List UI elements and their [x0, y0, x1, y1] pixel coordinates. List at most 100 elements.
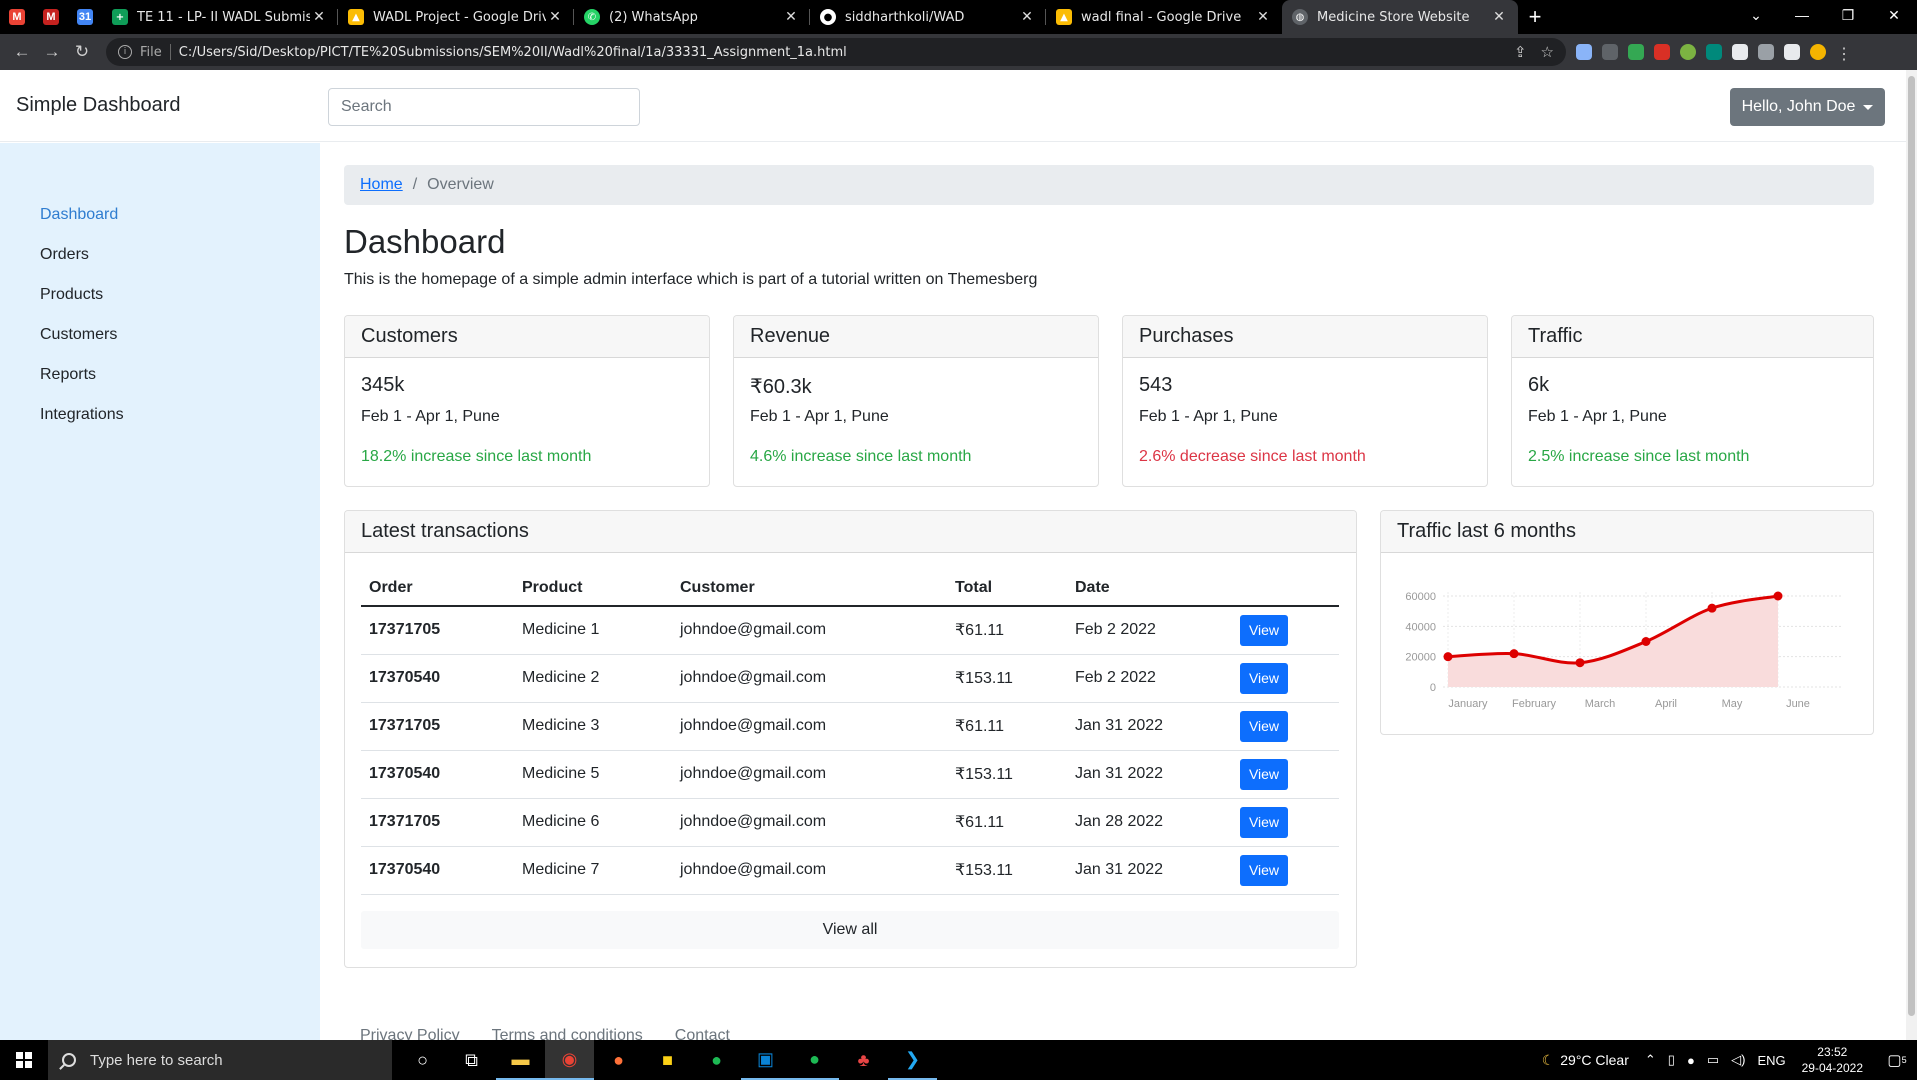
extension-icon[interactable]: [1680, 44, 1696, 60]
start-button[interactable]: [0, 1040, 48, 1080]
cortana-icon[interactable]: ○: [398, 1040, 447, 1080]
order-total: ₹153.11: [947, 750, 1067, 799]
caret-down-icon: [1863, 104, 1874, 110]
clock[interactable]: 23:52 29-04-2022: [1802, 1044, 1863, 1076]
weather-widget[interactable]: ☾ 29°C Clear: [1542, 1052, 1629, 1069]
battery-icon[interactable]: ▭: [1707, 1052, 1719, 1068]
sheets-icon: +: [112, 9, 128, 25]
search-icon: [62, 1053, 76, 1067]
globe-icon: ◍: [1292, 9, 1308, 25]
device-icon[interactable]: ▯: [1668, 1052, 1675, 1068]
language-indicator[interactable]: ENG: [1757, 1053, 1785, 1068]
reading-list-icon[interactable]: [1758, 44, 1774, 60]
close-tab-icon[interactable]: ✕: [782, 9, 800, 25]
minimize-button[interactable]: —: [1779, 0, 1825, 30]
sidebar-item-dashboard[interactable]: Dashboard: [0, 195, 320, 235]
footer-link-terms[interactable]: Terms and conditions: [492, 1027, 643, 1040]
data-point: [1707, 603, 1717, 613]
forward-icon[interactable]: →: [38, 38, 66, 66]
spotify-icon[interactable]: ●: [692, 1040, 741, 1080]
tab-title: Medicine Store Website: [1317, 9, 1470, 25]
action-cell: View: [1232, 654, 1339, 703]
avatar[interactable]: [1810, 44, 1826, 60]
browser-tab[interactable]: ● siddharthkoli/WAD ✕: [810, 0, 1046, 34]
ublock-icon[interactable]: [1654, 44, 1670, 60]
sticky-notes-icon[interactable]: ■: [643, 1040, 692, 1080]
tab-search-icon[interactable]: ⌄: [1733, 0, 1779, 30]
view-button[interactable]: View: [1240, 758, 1288, 790]
browser-tab[interactable]: + TE 11 - LP- II WADL Submission A ✕: [102, 0, 338, 34]
product-name: Medicine 7: [514, 846, 672, 895]
view-button[interactable]: View: [1240, 662, 1288, 694]
order-id: 17371705: [361, 798, 514, 847]
browser-tab[interactable]: ▲ wadl final - Google Drive ✕: [1046, 0, 1282, 34]
close-tab-icon[interactable]: ✕: [546, 9, 564, 25]
chevron-up-icon[interactable]: ⌃: [1645, 1052, 1656, 1068]
user-dropdown-button[interactable]: Hello, John Doe: [1730, 88, 1885, 126]
microphone-icon[interactable]: ●: [1687, 1053, 1695, 1068]
close-window-button[interactable]: ✕: [1871, 0, 1917, 30]
view-button[interactable]: View: [1240, 710, 1288, 742]
bookmark-star-icon[interactable]: ☆: [1541, 43, 1554, 61]
info-icon[interactable]: i: [118, 45, 132, 59]
notification-center-button[interactable]: ▢ 5: [1877, 1040, 1917, 1080]
new-tab-button[interactable]: +: [1518, 0, 1552, 34]
puzzle-icon[interactable]: [1732, 44, 1748, 60]
restore-button[interactable]: ❐: [1825, 0, 1871, 30]
breadcrumb-home-link[interactable]: Home: [360, 176, 403, 194]
sidebar-item-orders[interactable]: Orders: [0, 235, 320, 275]
pinned-tab-gmail-2[interactable]: M: [34, 0, 68, 34]
speaker-icon[interactable]: ◁): [1731, 1052, 1745, 1068]
file-explorer-icon[interactable]: ▬: [496, 1040, 545, 1080]
tab-title: wadl final - Google Drive: [1081, 9, 1242, 25]
browser-tab[interactable]: ✆ (2) WhatsApp ✕: [574, 0, 810, 34]
order-date: Jan 31 2022: [1067, 702, 1232, 751]
sidebar-item-integrations[interactable]: Integrations: [0, 395, 320, 435]
firefox-icon[interactable]: ●: [594, 1040, 643, 1080]
close-tab-icon[interactable]: ✕: [310, 9, 328, 25]
brand[interactable]: Simple Dashboard: [16, 94, 181, 117]
sidebar-item-products[interactable]: Products: [0, 275, 320, 315]
footer-link-contact[interactable]: Contact: [675, 1027, 730, 1040]
extension-icon[interactable]: [1706, 44, 1722, 60]
url-text[interactable]: C:/Users/Sid/Desktop/PICT/TE%20Submissio…: [179, 45, 1500, 60]
customer-email: johndoe@gmail.com: [672, 654, 947, 703]
action-cell: View: [1232, 606, 1339, 655]
browser-tab[interactable]: ▲ WADL Project - Google Drive ✕: [338, 0, 574, 34]
view-button[interactable]: View: [1240, 806, 1288, 838]
task-view-icon[interactable]: ⧉: [447, 1040, 496, 1080]
view-button[interactable]: View: [1240, 854, 1288, 886]
menu-kebab-icon[interactable]: ⋮: [1836, 44, 1852, 63]
order-date: Jan 31 2022: [1067, 750, 1232, 799]
spotify-icon[interactable]: ●: [790, 1040, 839, 1080]
pinned-tab-calendar[interactable]: 31: [68, 0, 102, 34]
card-title: Purchases: [1123, 316, 1487, 358]
taskbar-search[interactable]: Type here to search: [48, 1040, 392, 1080]
footer-link-privacy[interactable]: Privacy Policy: [360, 1027, 460, 1040]
view-button[interactable]: View: [1240, 614, 1288, 646]
chrome-icon[interactable]: ◉: [545, 1040, 594, 1080]
back-icon[interactable]: ←: [8, 38, 36, 66]
vscode-icon[interactable]: ❯: [888, 1040, 937, 1080]
view-all-button[interactable]: View all: [361, 911, 1339, 949]
close-tab-icon[interactable]: ✕: [1254, 9, 1272, 25]
address-bar[interactable]: i File C:/Users/Sid/Desktop/PICT/TE%20Su…: [106, 38, 1566, 66]
game-icon[interactable]: ♣: [839, 1040, 888, 1080]
close-tab-icon[interactable]: ✕: [1018, 9, 1036, 25]
side-panel-icon[interactable]: [1784, 44, 1800, 60]
web-page: Simple Dashboard Hello, John Doe Dashboa…: [0, 70, 1906, 1040]
pinned-tab-gmail[interactable]: M: [0, 0, 34, 34]
outlook-icon[interactable]: ▣: [741, 1040, 790, 1080]
share-icon[interactable]: ⇪: [1514, 43, 1527, 61]
sidebar-item-customers[interactable]: Customers: [0, 315, 320, 355]
reload-icon[interactable]: ↻: [68, 38, 96, 66]
sidebar-item-reports[interactable]: Reports: [0, 355, 320, 395]
browser-tab-active[interactable]: ◍ Medicine Store Website ✕: [1282, 0, 1518, 34]
page-scrollbar[interactable]: [1906, 70, 1917, 1040]
extension-icon[interactable]: [1628, 44, 1644, 60]
scrollbar-thumb[interactable]: [1908, 76, 1915, 1016]
extension-icon[interactable]: [1602, 44, 1618, 60]
search-input[interactable]: [328, 88, 640, 126]
extension-icon[interactable]: [1576, 44, 1592, 60]
close-tab-icon[interactable]: ✕: [1490, 9, 1508, 25]
